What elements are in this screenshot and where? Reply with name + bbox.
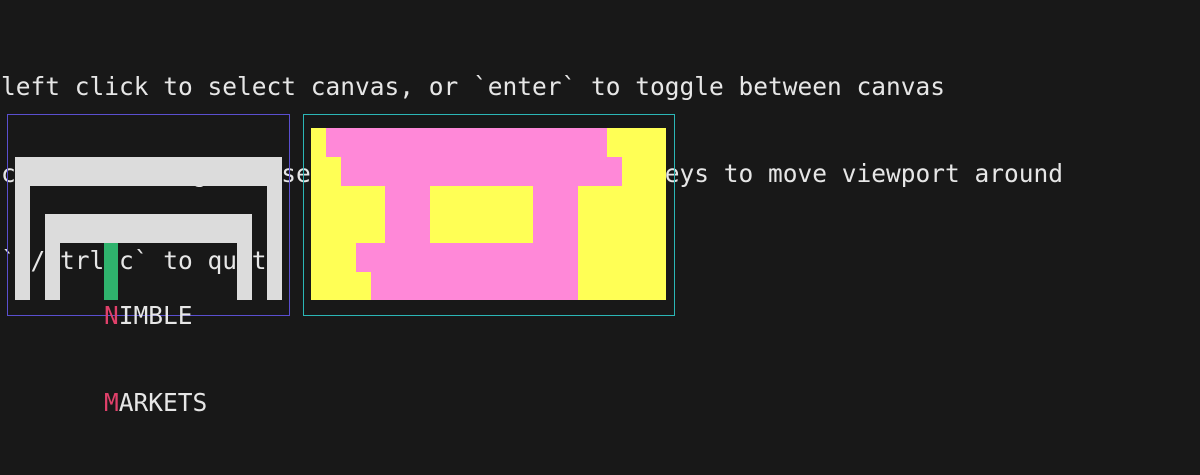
shape-top-band-2: [341, 157, 622, 186]
logo-inner-arch-top: [45, 214, 252, 243]
shape-top-band-1: [326, 128, 607, 157]
shape-left-column: [385, 186, 430, 243]
shape-right-column: [533, 186, 578, 243]
logo-outer-arch-top: [15, 157, 282, 186]
logo-outer-arch-right: [267, 186, 282, 300]
canvas-shape[interactable]: [303, 114, 675, 316]
logo-text: NIMBLE MARKETS: [104, 243, 207, 475]
shape-base: [371, 272, 578, 300]
logo-word-markets: ARKETS: [118, 388, 208, 417]
logo-inner-arch-left: [45, 243, 60, 300]
logo-word-nimble: IMBLE: [118, 301, 193, 330]
canvas-logo[interactable]: NIMBLE MARKETS: [7, 114, 290, 417]
logo-initial-m: M: [104, 388, 119, 417]
logo-initial-n: N: [104, 301, 119, 330]
logo-outer-arch-left: [15, 186, 30, 300]
shape-lower-band: [356, 243, 578, 272]
help-line-select: left click to select canvas, or `enter` …: [1, 72, 946, 101]
logo-inner-arch-right: [237, 243, 252, 300]
